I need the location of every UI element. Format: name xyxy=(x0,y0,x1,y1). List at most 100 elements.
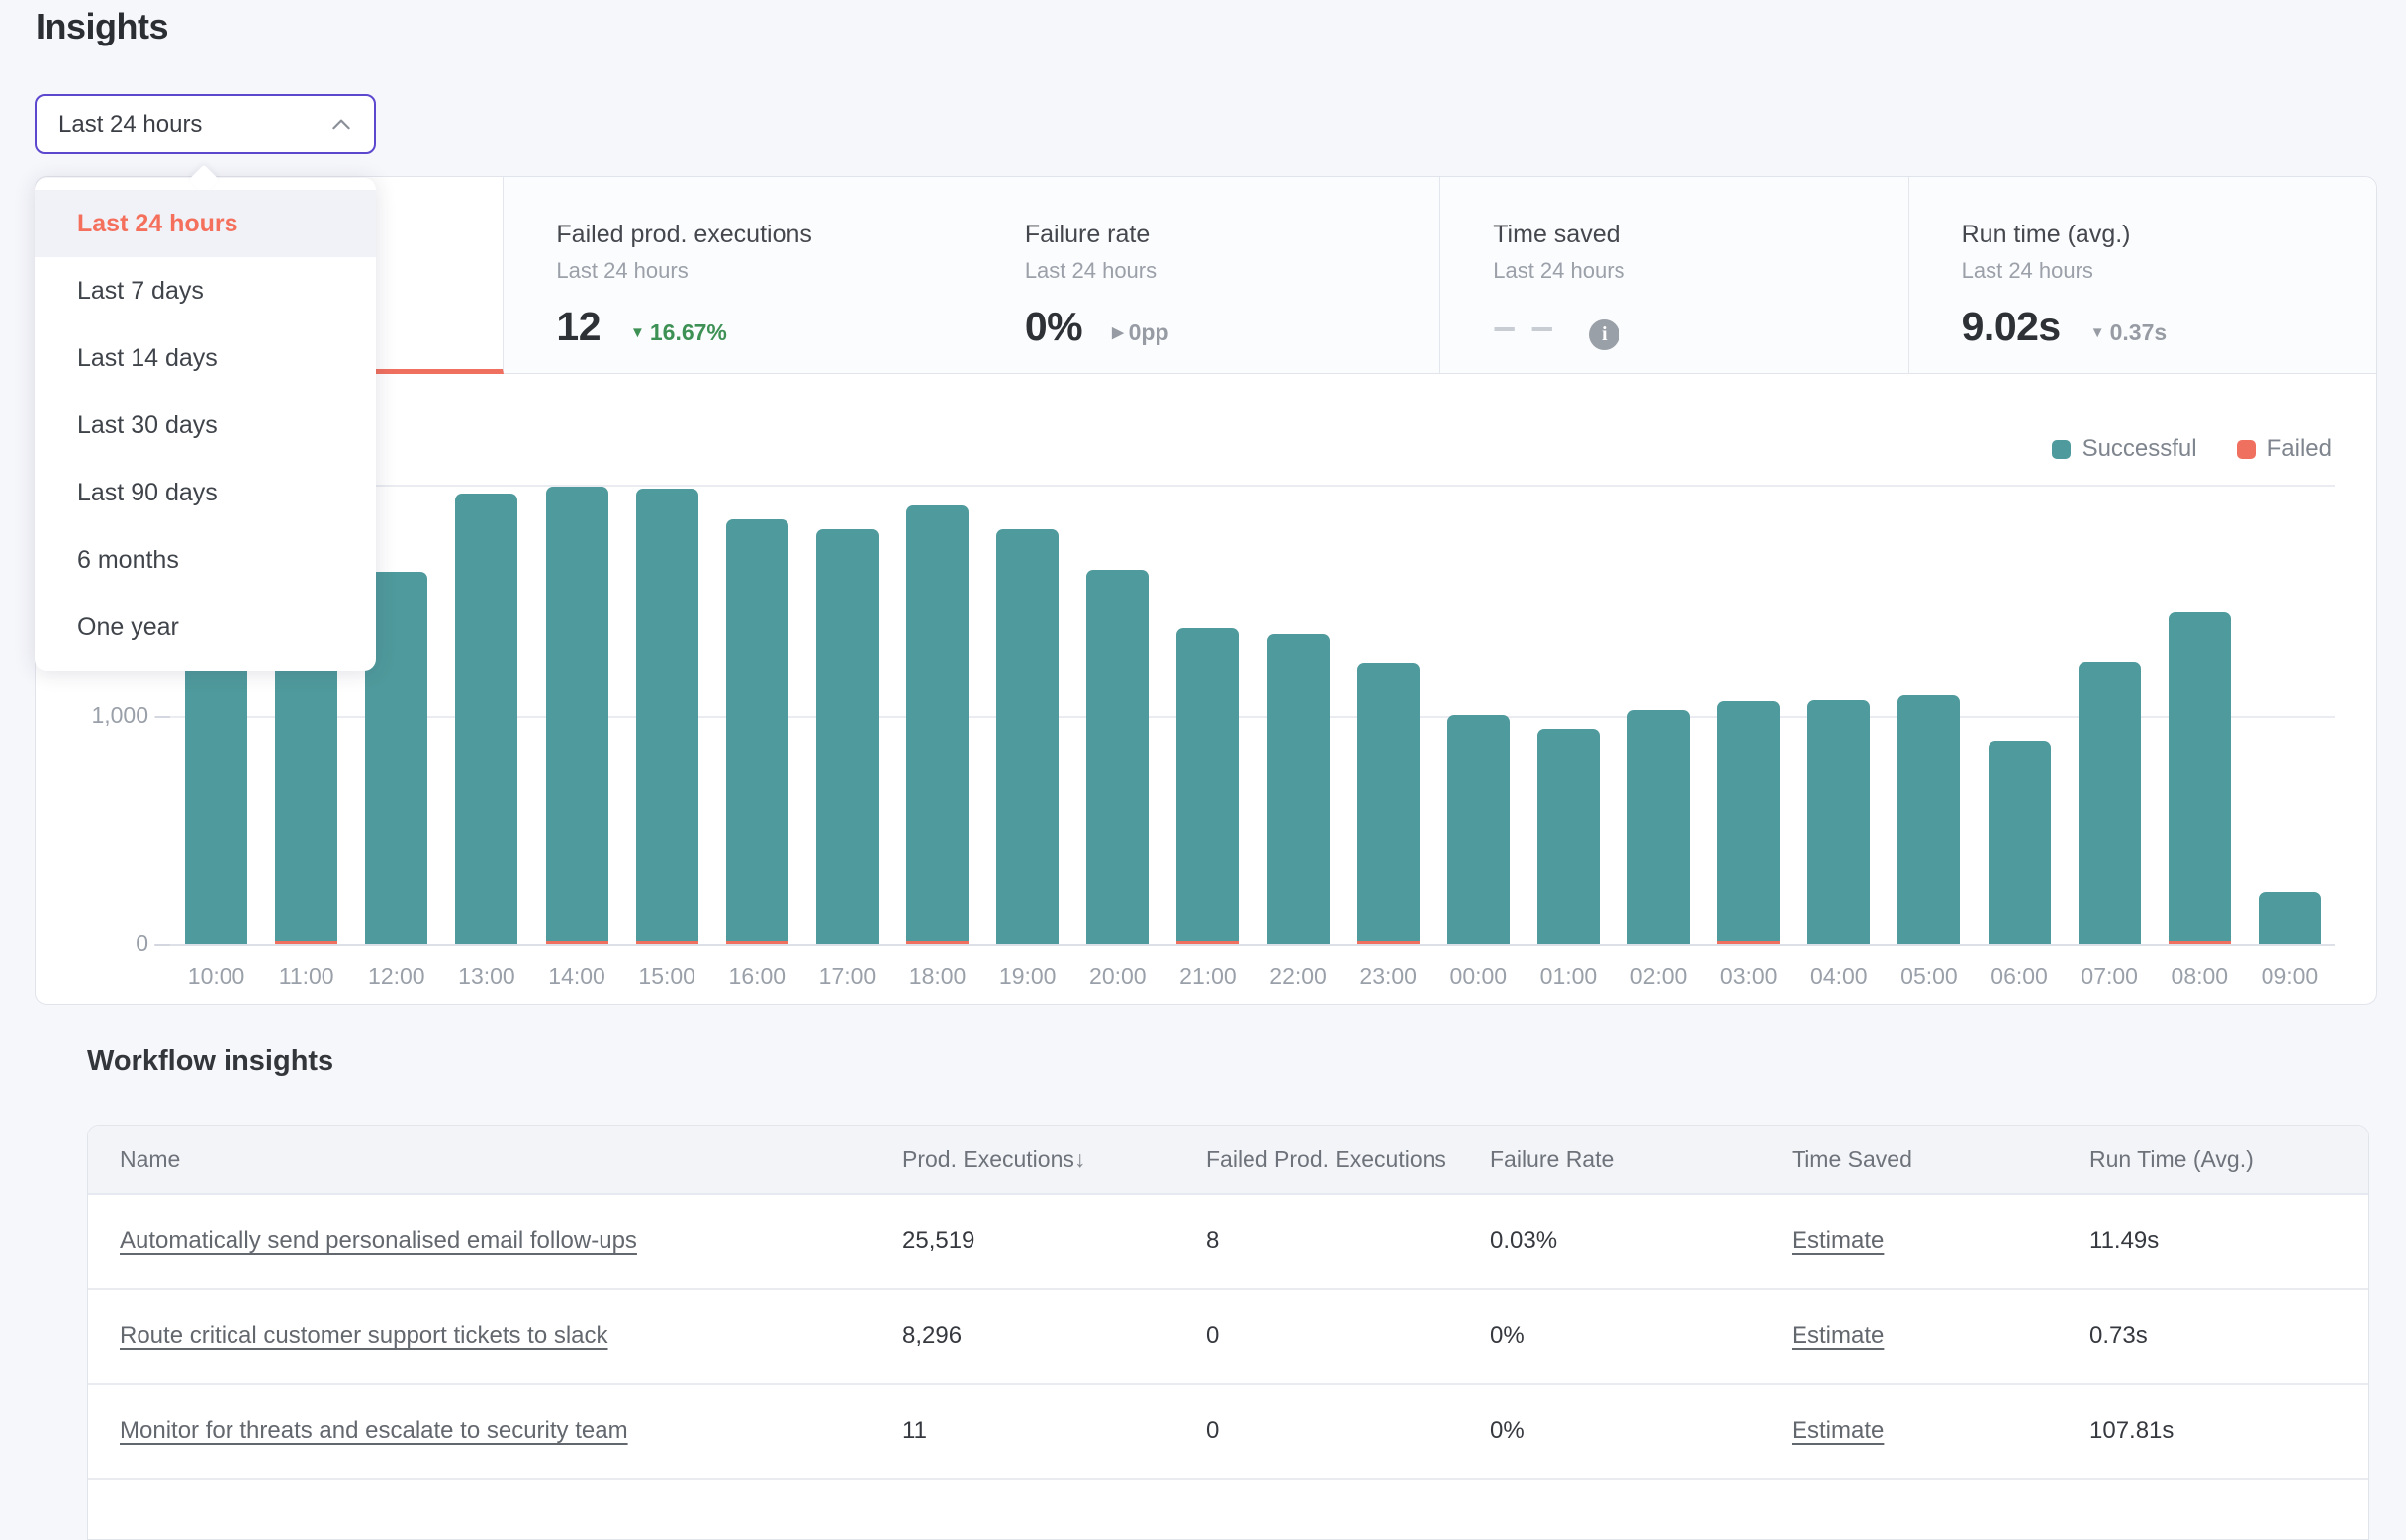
bar-slot xyxy=(1524,729,1614,944)
estimate-link[interactable]: Estimate xyxy=(1792,1227,1884,1254)
bar-05:00[interactable] xyxy=(1897,695,1960,944)
bar-19:00[interactable] xyxy=(996,529,1059,944)
bar-slot xyxy=(622,489,712,944)
option-last-24-hours[interactable]: Last 24 hours xyxy=(35,190,376,257)
tab-title: Failure rate xyxy=(1025,221,1439,249)
period-select[interactable]: Last 24 hours xyxy=(35,94,376,154)
tab-value: 9.02s xyxy=(1962,304,2061,350)
failed-executions-value: 0 xyxy=(1206,1417,1219,1444)
option-last-14-days[interactable]: Last 14 days xyxy=(35,324,376,392)
x-tick-label: 10:00 xyxy=(171,963,261,990)
bar-04:00[interactable] xyxy=(1807,700,1870,944)
workflow-link[interactable]: Automatically send personalised email fo… xyxy=(120,1227,637,1254)
estimate-link[interactable]: Estimate xyxy=(1792,1322,1884,1349)
option-last-90-days[interactable]: Last 90 days xyxy=(35,459,376,526)
col-header-failure-rate[interactable]: Failure Rate xyxy=(1490,1146,1792,1173)
delta-flat-badge: ▶0pp xyxy=(1112,319,1168,346)
bar-22:00[interactable] xyxy=(1267,634,1330,944)
bar-failed-segment xyxy=(2169,941,2231,944)
col-header-run-time[interactable]: Run Time (Avg.) xyxy=(2089,1146,2368,1173)
workflow-link[interactable]: Route critical customer support tickets … xyxy=(120,1322,608,1349)
info-icon[interactable]: i xyxy=(1589,319,1619,350)
bar-17:00[interactable] xyxy=(816,529,879,944)
bar-09:00[interactable] xyxy=(2259,892,2321,944)
x-axis-labels: 10:0011:0012:0013:0014:0015:0016:0017:00… xyxy=(171,963,2335,990)
failed-executions-value: 8 xyxy=(1206,1227,1219,1254)
tab-time-saved[interactable]: Time saved Last 24 hours – – i xyxy=(1440,177,1908,374)
bar-01:00[interactable] xyxy=(1537,729,1600,944)
workflow-link[interactable]: Monitor for threats and escalate to secu… xyxy=(120,1417,628,1444)
bar-15:00[interactable] xyxy=(636,489,698,944)
bar-06:00[interactable] xyxy=(1989,741,2051,944)
table-header-row: Name Prod. Executions↓ Failed Prod. Exec… xyxy=(88,1126,2368,1195)
tab-subtitle: Last 24 hours xyxy=(1025,258,1439,284)
bar-03:00[interactable] xyxy=(1717,701,1780,944)
option-6-months[interactable]: 6 months xyxy=(35,526,376,593)
bar-10:00[interactable] xyxy=(185,656,247,944)
tab-failure-rate[interactable]: Failure rate Last 24 hours 0% ▶0pp xyxy=(972,177,1440,374)
summary-tabs: Failed prod. executions Last 24 hours 12… xyxy=(36,177,2376,374)
bar-16:00[interactable] xyxy=(726,519,788,944)
option-last-30-days[interactable]: Last 30 days xyxy=(35,392,376,459)
col-header-prod-executions[interactable]: Prod. Executions↓ xyxy=(902,1146,1206,1173)
table-row: Route critical customer support tickets … xyxy=(88,1290,2368,1385)
triangle-right-icon: ▶ xyxy=(1112,324,1124,341)
bar-20:00[interactable] xyxy=(1086,570,1149,944)
bar-failed-segment xyxy=(275,941,337,944)
x-tick-label: 19:00 xyxy=(982,963,1072,990)
bar-slot xyxy=(1162,628,1252,944)
bar-failed-segment xyxy=(726,941,788,944)
workflow-insights-table: Name Prod. Executions↓ Failed Prod. Exec… xyxy=(87,1125,2369,1540)
bar-failed-segment xyxy=(906,941,969,944)
x-tick-label: 22:00 xyxy=(1253,963,1343,990)
col-header-name[interactable]: Name xyxy=(88,1146,902,1173)
y-tick xyxy=(155,944,170,946)
x-tick-label: 04:00 xyxy=(1794,963,1884,990)
bar-failed-segment xyxy=(1357,941,1420,944)
x-tick-label: 13:00 xyxy=(441,963,531,990)
x-tick-label: 14:00 xyxy=(532,963,622,990)
tab-title: Time saved xyxy=(1493,221,1907,249)
bar-18:00[interactable] xyxy=(906,505,969,944)
workflow-insights-heading: Workflow insights xyxy=(87,1045,333,1078)
col-header-time-saved[interactable]: Time Saved xyxy=(1792,1146,2089,1173)
prod-executions-value: 11 xyxy=(902,1417,927,1444)
x-tick-label: 00:00 xyxy=(1434,963,1524,990)
executions-bar-chart: Successful Failed 1,000 0 10:0011:0012:0… xyxy=(36,374,2376,1004)
tab-failed-prod-executions[interactable]: Failed prod. executions Last 24 hours 12… xyxy=(504,177,972,374)
y-tick xyxy=(155,716,170,718)
prod-executions-value: 25,519 xyxy=(902,1227,974,1254)
bar-14:00[interactable] xyxy=(546,487,608,944)
bar-11:00[interactable] xyxy=(275,657,337,944)
bar-13:00[interactable] xyxy=(455,494,517,944)
bar-23:00[interactable] xyxy=(1357,663,1420,944)
delta-down-badge: ▼0.37s xyxy=(2090,319,2167,346)
bar-slot xyxy=(2155,612,2245,944)
bar-slot xyxy=(2065,662,2155,944)
triangle-down-icon: ▼ xyxy=(2090,324,2105,341)
tab-run-time[interactable]: Run time (avg.) Last 24 hours 9.02s ▼0.3… xyxy=(1909,177,2376,374)
bar-00:00[interactable] xyxy=(1447,715,1510,944)
x-tick-label: 09:00 xyxy=(2245,963,2335,990)
option-one-year[interactable]: One year xyxy=(35,593,376,661)
bar-slot xyxy=(982,529,1072,944)
run-time-value: 0.73s xyxy=(2089,1322,2148,1349)
bar-08:00[interactable] xyxy=(2169,612,2231,944)
bar-slot xyxy=(441,494,531,944)
bar-slot xyxy=(2245,892,2335,944)
bar-slot xyxy=(712,519,802,944)
page-title: Insights xyxy=(36,6,168,47)
bar-02:00[interactable] xyxy=(1627,710,1690,944)
bar-07:00[interactable] xyxy=(2079,662,2141,944)
bar-slot xyxy=(1794,700,1884,944)
col-header-failed-prod-executions[interactable]: Failed Prod. Executions xyxy=(1206,1146,1490,1173)
option-last-7-days[interactable]: Last 7 days xyxy=(35,257,376,324)
table-row: Automatically send personalised email fo… xyxy=(88,1195,2368,1290)
bar-21:00[interactable] xyxy=(1176,628,1239,944)
bar-slot xyxy=(1884,695,1974,944)
x-tick-label: 16:00 xyxy=(712,963,802,990)
chevron-up-icon xyxy=(328,112,354,137)
x-tick-label: 12:00 xyxy=(351,963,441,990)
estimate-link[interactable]: Estimate xyxy=(1792,1417,1884,1444)
tab-subtitle: Last 24 hours xyxy=(1493,258,1907,284)
